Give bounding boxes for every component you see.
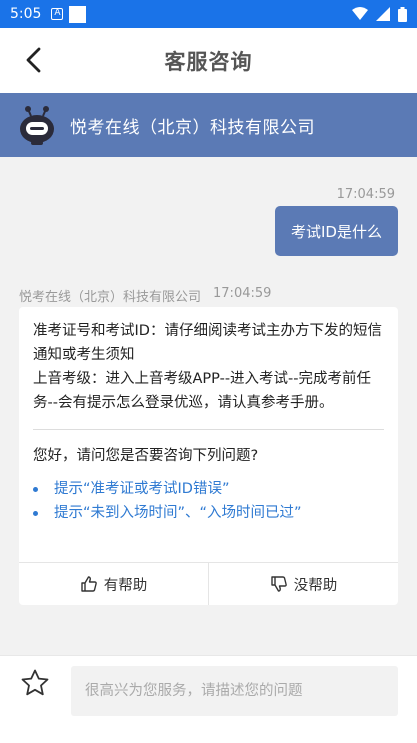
bullet-dot-icon (33, 486, 38, 492)
robot-avatar-icon (20, 106, 54, 145)
page-title: 客服咨询 (164, 49, 253, 74)
wifi-icon (352, 7, 368, 20)
status-time: 5:05 (10, 6, 42, 22)
bot-sender-name: 悦考在线（北京）科技有限公司 (19, 290, 202, 305)
company-bar: 悦考在线（北京）科技有限公司 (0, 93, 417, 157)
helpful-label: 有帮助 (103, 577, 148, 594)
suggestion-list: 提示“准考证或考试ID错误” 提示“未到入场时间”、“入场时间已过” (19, 465, 398, 525)
bot-message-timestamp: 17:04:59 (213, 286, 272, 301)
unhelpful-label: 没帮助 (293, 577, 338, 594)
user-message-timestamp: 17:04:59 (336, 187, 395, 202)
notification-a-icon: A (51, 8, 64, 20)
bullet-dot-icon (33, 510, 38, 516)
thumbs-down-icon (271, 576, 287, 592)
suggestion-text: 提示“未到入场时间”、“入场时间已过” (54, 505, 302, 521)
helpful-button[interactable]: 有帮助 (19, 563, 208, 605)
company-name: 悦考在线（北京）科技有限公司 (70, 117, 315, 138)
suggestion-item[interactable]: 提示“未到入场时间”、“入场时间已过” (33, 501, 384, 525)
bot-answer-line: 上音考级：进入上音考级APP--进入考试--完成考前任务--会有提示怎么登录优巡… (33, 371, 372, 411)
input-bar (0, 655, 417, 743)
star-icon[interactable] (20, 668, 50, 698)
unhelpful-button[interactable]: 没帮助 (208, 563, 398, 605)
notification-square-icon (69, 5, 87, 23)
battery-icon (398, 6, 407, 22)
status-bar: 5:05 A (0, 0, 417, 28)
suggestion-item[interactable]: 提示“准考证或考试ID错误” (33, 477, 384, 501)
status-icons (352, 6, 407, 22)
message-input[interactable] (71, 666, 398, 716)
bot-message-meta: 悦考在线（北京）科技有限公司 17:04:59 (19, 286, 271, 305)
bot-question: 您好，请问您是否要咨询下列问题? (33, 448, 259, 464)
bot-message-card: 准考证号和考试ID：请仔细阅读考试主办方下发的短信通知或考生须知 上音考级：进入… (19, 307, 398, 605)
thumbs-up-icon (81, 576, 97, 592)
feedback-bar: 有帮助 没帮助 (19, 562, 398, 605)
bot-answer: 准考证号和考试ID：请仔细阅读考试主办方下发的短信通知或考生须知 上音考级：进入… (19, 307, 398, 415)
back-arrow-icon[interactable] (22, 46, 46, 74)
user-message-bubble: 考试ID是什么 (275, 206, 398, 256)
suggestion-text: 提示“准考证或考试ID错误” (54, 481, 230, 497)
header: 客服咨询 (0, 28, 417, 93)
signal-icon (376, 7, 390, 21)
bot-answer-line: 准考证号和考试ID：请仔细阅读考试主办方下发的短信通知或考生须知 (33, 323, 382, 363)
